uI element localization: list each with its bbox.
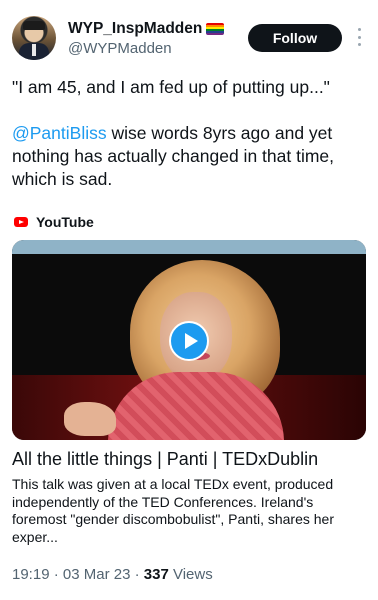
avatar-tie bbox=[32, 44, 36, 56]
name-row[interactable]: WYP_InspMadden bbox=[68, 20, 225, 38]
link-source-label: YouTube bbox=[36, 214, 94, 230]
views-count: 337 bbox=[143, 566, 169, 583]
link-source: YouTube bbox=[14, 214, 94, 230]
play-button-icon[interactable] bbox=[169, 321, 209, 361]
rainbow-flag-icon bbox=[206, 23, 225, 35]
tweet-header: WYP_InspMadden @WYPMadden Follow bbox=[12, 16, 368, 64]
link-card-title[interactable]: All the little things | Panti | TEDxDubl… bbox=[12, 447, 368, 471]
mention-link[interactable]: @PantiBliss bbox=[12, 123, 107, 143]
user-handle[interactable]: @WYPMadden bbox=[68, 40, 172, 58]
tweet-date[interactable]: 03 Mar 23 bbox=[63, 566, 131, 583]
avatar-hat bbox=[23, 21, 45, 30]
video-thumbnail[interactable] bbox=[12, 240, 366, 440]
youtube-icon bbox=[14, 217, 28, 227]
tweet-quote: "I am 45, and I am fed up of putting up.… bbox=[12, 77, 330, 97]
link-card-description: This talk was given at a local TEDx even… bbox=[12, 476, 334, 545]
speaker-hand bbox=[64, 402, 116, 436]
meta-separator: · bbox=[49, 566, 63, 583]
avatar[interactable] bbox=[12, 16, 56, 60]
video-top-band bbox=[12, 240, 366, 254]
views-label: Views bbox=[168, 566, 213, 583]
tweet-body: @PantiBliss wise words 8yrs ago and yet … bbox=[12, 122, 368, 191]
follow-button[interactable]: Follow bbox=[248, 24, 342, 52]
display-name[interactable]: WYP_InspMadden bbox=[68, 20, 202, 38]
meta-separator: · bbox=[130, 566, 144, 583]
more-options-icon[interactable] bbox=[356, 28, 362, 46]
tweet-meta: 19:19 · 03 Mar 23 · 337 Views bbox=[12, 566, 213, 583]
tweet-time[interactable]: 19:19 bbox=[12, 566, 50, 583]
